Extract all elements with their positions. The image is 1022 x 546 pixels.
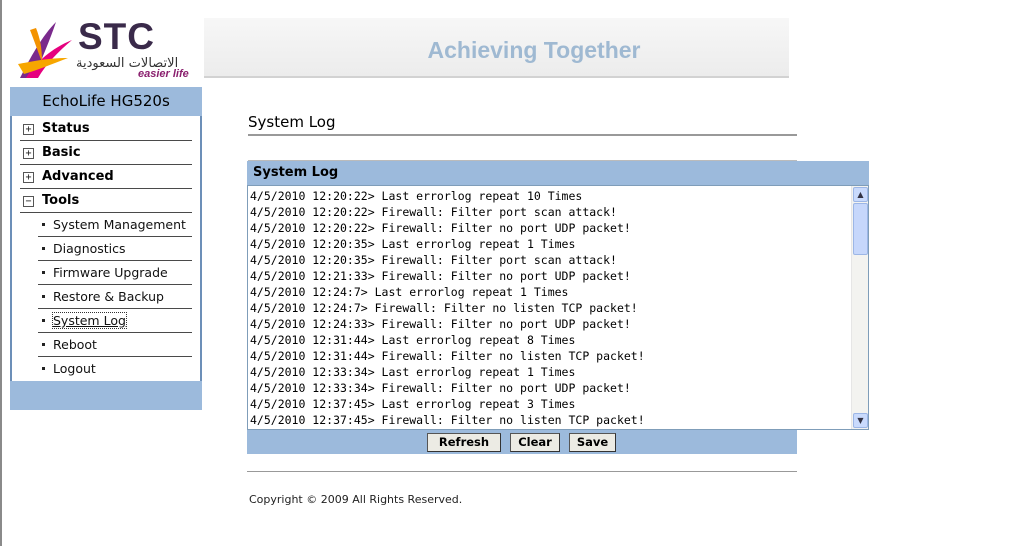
log-line: 4/5/2010 12:31:44> Last errorlog repeat … (250, 333, 576, 347)
sidebar-item-system-management[interactable]: System Management (38, 213, 192, 237)
menu-tools-label[interactable]: Tools (42, 193, 79, 208)
save-button[interactable]: Save (569, 433, 616, 452)
menu-advanced-label[interactable]: Advanced (42, 169, 114, 184)
log-line: 4/5/2010 12:20:22> Firewall: Filter port… (250, 205, 617, 219)
log-line: 4/5/2010 12:31:44> Firewall: Filter no l… (250, 349, 645, 363)
scroll-up-arrow-icon[interactable]: ▲ (853, 187, 868, 202)
log-lines: 4/5/2010 12:20:22> Last errorlog repeat … (250, 188, 850, 428)
menu-status[interactable]: + Status (20, 117, 192, 141)
sidebar-item-label[interactable]: Logout (53, 361, 96, 376)
sidebar-item-label[interactable]: System Management (53, 217, 186, 232)
sidebar-item-diagnostics[interactable]: Diagnostics (38, 237, 192, 261)
log-line: 4/5/2010 12:20:22> Firewall: Filter no p… (250, 221, 631, 235)
scroll-down-arrow-icon[interactable]: ▼ (853, 413, 868, 428)
log-line: 4/5/2010 12:20:22> Last errorlog repeat … (250, 189, 583, 203)
bullet-icon (42, 223, 45, 226)
page-title: System Log (248, 113, 336, 131)
log-line: 4/5/2010 12:20:35> Last errorlog repeat … (250, 237, 576, 251)
banner-slogan: Achieving Together (427, 37, 641, 63)
plus-box-icon[interactable]: + (23, 172, 34, 183)
stc-swoosh-icon (18, 22, 72, 78)
log-line: 4/5/2010 12:37:45> Last errorlog repeat … (250, 397, 576, 411)
footer-divider (247, 471, 797, 472)
log-line: 4/5/2010 12:24:7> Firewall: Filter no li… (250, 301, 638, 315)
bullet-icon (42, 319, 45, 322)
minus-box-icon[interactable]: − (23, 196, 34, 207)
clear-button[interactable]: Clear (510, 433, 560, 452)
menu-advanced[interactable]: + Advanced (20, 165, 192, 189)
bullet-icon (42, 367, 45, 370)
scroll-thumb[interactable] (853, 203, 868, 255)
log-line: 4/5/2010 12:33:34> Last errorlog repeat … (250, 365, 576, 379)
sidebar-item-reboot[interactable]: Reboot (38, 333, 192, 357)
log-line: 4/5/2010 12:24:33> Firewall: Filter no p… (250, 317, 631, 331)
sidebar-item-logout[interactable]: Logout (38, 357, 192, 381)
brand-tagline: easier life (138, 68, 189, 80)
bullet-icon (42, 343, 45, 346)
sidebar-item-label[interactable]: System Log (52, 312, 127, 329)
copyright-text: Copyright © 2009 All Rights Reserved. (249, 493, 463, 506)
sidebar-item-firmware-upgrade[interactable]: Firmware Upgrade (38, 261, 192, 285)
menu-basic[interactable]: + Basic (20, 141, 192, 165)
log-actions-bar: Refresh Clear Save (247, 430, 797, 454)
sidebar-footer (10, 381, 202, 410)
log-line: 4/5/2010 12:24:7> Last errorlog repeat 1… (250, 285, 569, 299)
bullet-icon (42, 295, 45, 298)
sidebar-item-label[interactable]: Diagnostics (53, 241, 126, 256)
log-line: 4/5/2010 12:20:35> Firewall: Filter port… (250, 253, 617, 267)
system-log-textarea[interactable]: 4/5/2010 12:20:22> Last errorlog repeat … (247, 185, 869, 430)
brand-name: STC (78, 16, 155, 57)
log-line: 4/5/2010 12:37:45> Firewall: Filter no l… (250, 413, 645, 427)
menu-basic-label[interactable]: Basic (42, 145, 81, 160)
title-divider (248, 134, 797, 136)
menu-tools[interactable]: − Tools (20, 189, 192, 213)
log-scrollbar[interactable]: ▲ ▼ (851, 186, 868, 429)
sidebar-menu: + Status + Basic + Advanced − Tools Syst… (10, 116, 202, 381)
stc-logo: STC الاتصالات السعودية easier life (14, 16, 200, 82)
sidebar-item-label[interactable]: Reboot (53, 337, 97, 352)
bullet-icon (42, 271, 45, 274)
bullet-icon (42, 247, 45, 250)
header-banner: Achieving Together (204, 18, 789, 78)
log-panel-header: System Log (247, 161, 869, 185)
sidebar-item-label[interactable]: Firmware Upgrade (53, 265, 168, 280)
plus-box-icon[interactable]: + (23, 124, 34, 135)
plus-box-icon[interactable]: + (23, 148, 34, 159)
menu-status-label[interactable]: Status (42, 121, 90, 136)
sidebar-item-label[interactable]: Restore & Backup (53, 289, 164, 304)
sidebar-item-system-log[interactable]: System Log (38, 309, 192, 333)
log-line: 4/5/2010 12:33:34> Firewall: Filter no p… (250, 381, 631, 395)
sidebar-item-restore-backup[interactable]: Restore & Backup (38, 285, 192, 309)
refresh-button[interactable]: Refresh (427, 433, 501, 452)
device-name: EchoLife HG520s (10, 87, 202, 116)
log-line: 4/5/2010 12:21:33> Firewall: Filter no p… (250, 269, 631, 283)
window-left-border (0, 0, 2, 546)
